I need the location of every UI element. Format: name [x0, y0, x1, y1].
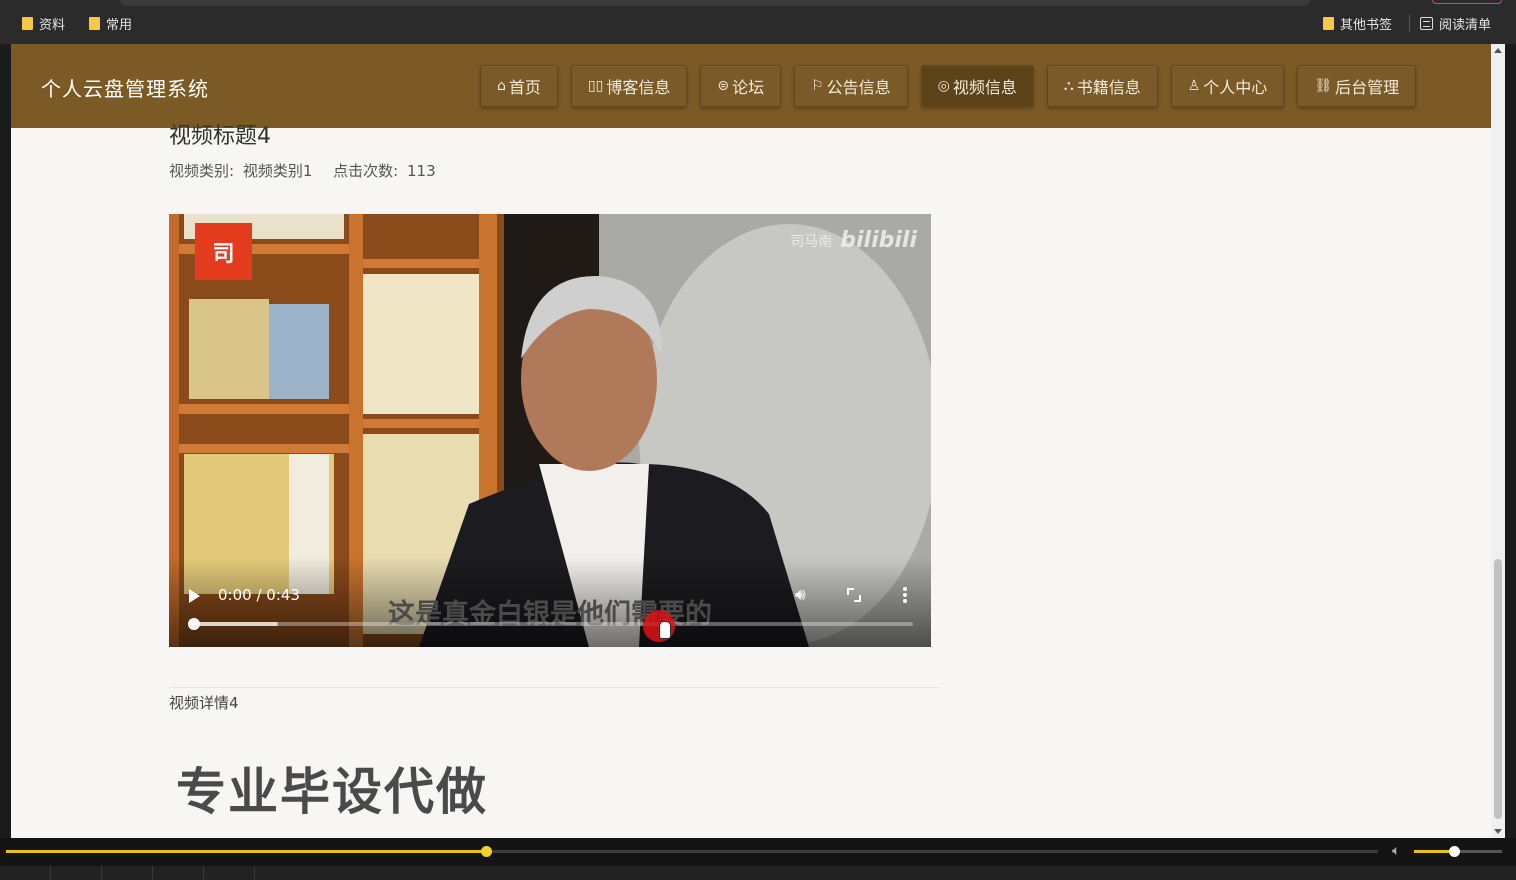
folder-icon: [89, 17, 100, 30]
nav-forum[interactable]: ⊜ 论坛: [700, 65, 782, 107]
watermark-name: 司马南: [790, 233, 833, 250]
media-volume-slider[interactable]: [1414, 846, 1502, 857]
nav-label: 后台管理: [1335, 78, 1400, 97]
time-display: 0:00 / 0:43: [218, 586, 300, 604]
video-player[interactable]: 司 司马南 bilibili 这是真金白银是他们需要的 0:00 / 0:43 …: [169, 214, 931, 647]
browser-button-edge[interactable]: [1432, 0, 1502, 4]
buffered-fill: [191, 622, 278, 626]
media-player-bar: 🔈︎: [0, 838, 1516, 866]
nav-video[interactable]: ◎ 视频信息: [920, 65, 1034, 107]
page-scrollbar[interactable]: [1491, 44, 1505, 838]
nav-books[interactable]: ⛬ 书籍信息: [1046, 65, 1158, 107]
media-seek-handle[interactable]: [481, 846, 493, 857]
fullscreen-icon[interactable]: [847, 588, 861, 602]
nav-label: 视频信息: [952, 78, 1017, 97]
page-viewport: 个人云盘管理系统 ⌂ 首页 ▯▯ 博客信息 ⊜ 论坛 ⚐ 公告信息 ◎ 视频信息: [11, 44, 1491, 838]
gamepad-icon: ◎: [937, 78, 950, 94]
taskbar: [0, 866, 1516, 880]
bookmark-ziliao[interactable]: 资料: [22, 14, 65, 33]
scrollbar-thumb[interactable]: [1494, 559, 1502, 819]
reading-list-icon: [1420, 17, 1433, 30]
tab-strip-edge: [120, 0, 1310, 6]
media-volume-handle[interactable]: [1448, 846, 1460, 857]
video-watermark: 司马南 bilibili: [790, 228, 917, 253]
nav-label: 博客信息: [606, 78, 671, 97]
bookmark-label: 阅读清单: [1439, 18, 1492, 33]
bookmark-label: 常用: [106, 18, 133, 33]
bookmark-label: 资料: [39, 18, 66, 33]
book-icon: ▯▯: [587, 78, 604, 94]
media-seek-bar[interactable]: [6, 846, 1378, 857]
nav-label: 个人中心: [1203, 78, 1268, 97]
reading-list-button[interactable]: 阅读清单: [1420, 14, 1491, 33]
scroll-down-icon[interactable]: [1494, 829, 1502, 834]
scroll-up-icon[interactable]: [1494, 48, 1502, 53]
bookmark-label: 其他书签: [1340, 18, 1393, 33]
site-header: 个人云盘管理系统 ⌂ 首页 ▯▯ 博客信息 ⊜ 论坛 ⚐ 公告信息 ◎ 视频信息: [11, 44, 1491, 128]
media-volume-icon[interactable]: 🔈︎: [1392, 843, 1400, 859]
category-value: 视频类别1: [242, 162, 313, 180]
main-nav: ⌂ 首页 ▯▯ 博客信息 ⊜ 论坛 ⚐ 公告信息 ◎ 视频信息 ⛬ 书籍信息 ♙…: [480, 65, 1417, 107]
site-title[interactable]: 个人云盘管理系统: [41, 73, 209, 102]
nav-blog[interactable]: ▯▯ 博客信息: [570, 65, 688, 107]
volume-icon[interactable]: 🔊︎: [795, 585, 806, 605]
nav-profile[interactable]: ♙ 个人中心: [1170, 65, 1285, 107]
video-title: 视频标题4: [169, 124, 271, 149]
user-icon: ♙: [1187, 78, 1201, 94]
clicks-value: 113: [407, 162, 436, 180]
seek-handle[interactable]: [188, 618, 200, 630]
section-divider: [169, 687, 939, 688]
bookmark-other[interactable]: 其他书签: [1323, 14, 1392, 33]
video-meta: 视频类别: 视频类别1 点击次数: 113: [169, 160, 440, 181]
flag-icon: ⚐: [811, 78, 824, 94]
nav-label: 公告信息: [826, 78, 891, 97]
folder-icon: [1323, 17, 1334, 30]
nav-home[interactable]: ⌂ 首页: [480, 65, 558, 107]
clicks-label: 点击次数:: [333, 162, 399, 180]
promo-text: 专业毕设代做: [176, 763, 488, 821]
window-edge: [1505, 44, 1516, 838]
link-icon: ⛓: [1314, 78, 1333, 94]
nav-notice[interactable]: ⚐ 公告信息: [794, 65, 908, 107]
nav-label: 首页: [508, 78, 541, 97]
media-progress-fill: [6, 850, 487, 853]
bookmarks-bar: 资料 常用 其他书签 阅读清单: [0, 0, 1516, 44]
more-options-icon[interactable]: [903, 587, 907, 605]
seek-bar[interactable]: [188, 618, 913, 630]
channel-logo: 司: [195, 223, 252, 280]
mouse-cursor-icon: [659, 621, 671, 639]
nav-admin[interactable]: ⛓ 后台管理: [1297, 65, 1417, 107]
folder-icon: [22, 17, 33, 30]
books-icon: ⛬: [1063, 78, 1074, 94]
watermark-brand: bilibili: [840, 228, 917, 253]
nav-label: 书籍信息: [1076, 78, 1141, 97]
home-icon: ⌂: [497, 78, 506, 94]
play-icon[interactable]: [189, 589, 200, 603]
nav-label: 论坛: [732, 78, 765, 97]
forum-icon: ⊜: [717, 78, 730, 94]
media-volume-fill: [1414, 850, 1454, 853]
video-detail: 视频详情4: [169, 694, 239, 712]
bookmark-changyong[interactable]: 常用: [89, 14, 132, 33]
category-label: 视频类别:: [169, 162, 235, 180]
bookmark-divider: [1409, 14, 1410, 32]
